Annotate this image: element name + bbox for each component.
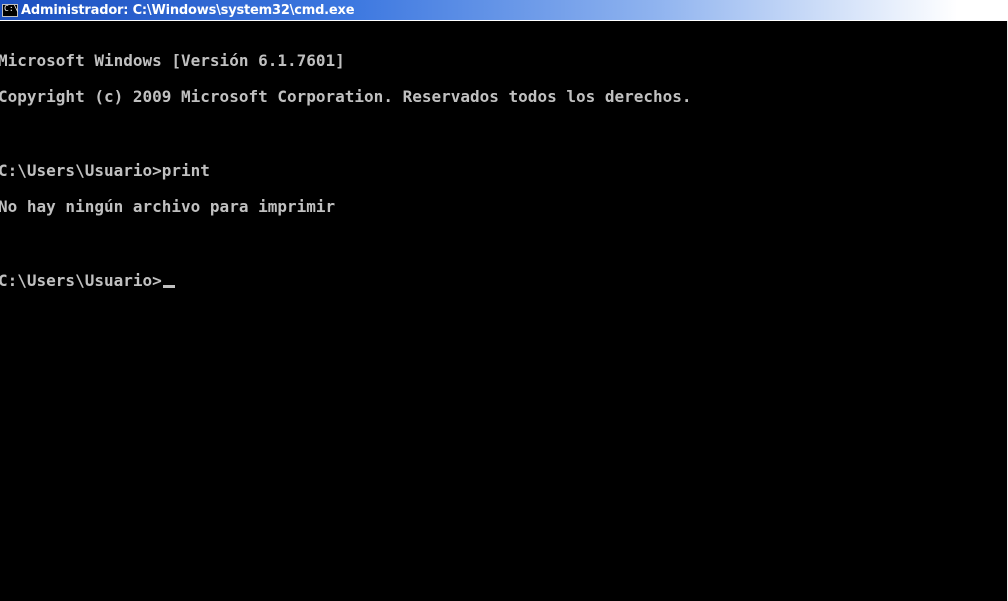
command-prompt: C:\Users\Usuario> xyxy=(0,271,162,290)
console-line-version: Microsoft Windows [Versión 6.1.7601] xyxy=(0,51,345,70)
console-line-print-result: No hay ningún archivo para imprimir xyxy=(0,197,336,216)
cmd-window: C:\ Administrador: C:\Windows\system32\c… xyxy=(0,0,1008,601)
title-bar[interactable]: C:\ Administrador: C:\Windows\system32\c… xyxy=(0,0,1008,20)
console-line-copyright: Copyright (c) 2009 Microsoft Corporation… xyxy=(0,87,692,106)
console-line-blank xyxy=(0,127,692,141)
console-area[interactable]: Microsoft Windows [Versión 6.1.7601] Cop… xyxy=(0,21,1008,601)
console-output: Microsoft Windows [Versión 6.1.7601] Cop… xyxy=(0,31,692,311)
console-line-blank xyxy=(0,237,692,251)
window-title: Administrador: C:\Windows\system32\cmd.e… xyxy=(21,2,355,18)
cmd-console-icon[interactable]: C:\ xyxy=(2,3,19,17)
console-line-print-command: C:\Users\Usuario>print xyxy=(0,161,210,180)
console-prompt-line[interactable]: C:\Users\Usuario> xyxy=(0,273,692,289)
cmd-icon-glyph: C:\ xyxy=(4,3,19,13)
text-cursor xyxy=(162,285,175,288)
